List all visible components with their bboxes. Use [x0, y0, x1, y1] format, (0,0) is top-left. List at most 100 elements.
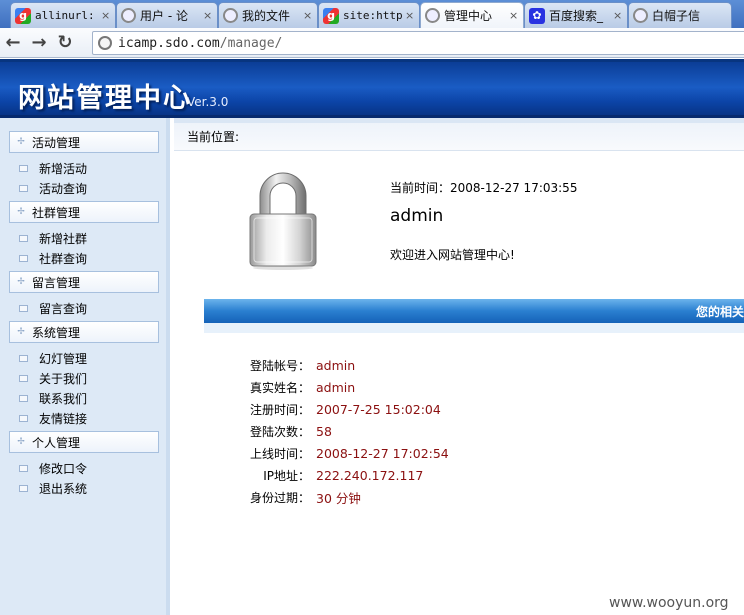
sidebar-group-header[interactable]: ✢ 社群管理 — [9, 201, 159, 223]
close-tab-icon[interactable]: × — [509, 9, 519, 22]
browser-tab-strip: g allinurl: × 用户 - 论 × 我的文件 × g site:http × 管理中心 × ✿… — [0, 0, 744, 28]
info-row: 身份过期： 30 分钟 — [234, 486, 449, 508]
browser-tab[interactable]: g site:http × — [318, 2, 420, 28]
info-value: 222.240.172.117 — [316, 467, 424, 483]
watermark: www.wooyun.org — [609, 595, 729, 611]
sidebar-group-header[interactable]: ✢ 活动管理 — [9, 131, 159, 153]
google-favicon-icon: g — [323, 7, 339, 24]
browser-tab[interactable]: 管理中心 × — [420, 2, 524, 28]
menu-item-icon — [19, 484, 28, 492]
account-info-title: 您的相关 — [695, 305, 744, 319]
forward-arrow-icon[interactable]: → — [26, 31, 52, 55]
location-label: 当前位置: — [187, 130, 240, 144]
group-bullet-icon: ✢ — [17, 277, 25, 287]
sidebar-item[interactable]: 社群查询 — [19, 248, 166, 268]
page-globe-icon — [98, 36, 112, 50]
sidebar-group-header[interactable]: ✢ 留言管理 — [9, 271, 159, 293]
browser-tab[interactable]: 用户 - 论 × — [116, 2, 218, 28]
browser-tab[interactable]: 我的文件 × — [218, 2, 318, 28]
browser-tab-title: 白帽子信 — [652, 9, 701, 23]
sidebar-item-label: 新增活动 — [39, 161, 88, 176]
sidebar-group-label: 系统管理 — [32, 325, 81, 340]
admin-username: admin — [390, 206, 444, 226]
sidebar-item-label: 活动查询 — [39, 181, 88, 196]
site-version: Ver.3.0 — [187, 95, 229, 109]
sidebar-item-label: 修改口令 — [39, 461, 88, 476]
sidebar-item[interactable]: 联系我们 — [19, 388, 166, 408]
browser-toolbar: ← → ↻ icamp.sdo.com/manage/ — [0, 28, 744, 58]
welcome-message: 欢迎进入网站管理中心! — [390, 248, 515, 262]
reload-icon[interactable]: ↻ — [52, 31, 78, 55]
sidebar-item-label: 联系我们 — [39, 391, 88, 406]
browser-tab[interactable]: 白帽子信 — [628, 2, 732, 28]
menu-item-icon — [19, 414, 28, 422]
info-value: 2007-7-25 15:02:04 — [316, 401, 441, 417]
sidebar-item[interactable]: 幻灯管理 — [19, 348, 166, 368]
menu-item-icon — [19, 304, 28, 312]
menu-item-icon — [19, 254, 28, 262]
browser-tab-title: 我的文件 — [242, 9, 291, 23]
close-tab-icon[interactable]: × — [203, 9, 213, 22]
group-bullet-icon: ✢ — [17, 137, 25, 147]
back-arrow-icon[interactable]: ← — [0, 31, 26, 55]
sidebar-nav: ✢ 活动管理 新增活动 活动查询 ✢ 社群管理 新增社群 社群查询 ✢ 留言管理 留言查询 ✢ 系统管理… — [0, 118, 170, 615]
sidebar-item-label: 友情链接 — [39, 411, 88, 426]
browser-tab-title: 管理中心 — [444, 9, 493, 23]
browser-tab-title: allinurl: — [35, 9, 95, 22]
info-label: 真实姓名： — [249, 380, 310, 395]
globe-icon — [425, 8, 440, 23]
sidebar-group-label: 活动管理 — [32, 135, 81, 150]
info-value: 2008-12-27 17:02:54 — [316, 445, 449, 461]
account-info-list: 登陆帐号： admin 真实姓名： admin 注册时间： 2007-7-25 15:02… — [234, 354, 449, 508]
sidebar-item[interactable]: 退出系统 — [19, 478, 166, 498]
info-label: IP地址： — [263, 468, 310, 483]
info-value: admin — [316, 357, 356, 373]
info-label: 身份过期： — [249, 490, 310, 505]
close-tab-icon[interactable]: × — [613, 9, 623, 22]
info-label: 注册时间： — [249, 402, 310, 417]
sidebar-group-header[interactable]: ✢ 系统管理 — [9, 321, 159, 343]
account-info-bar-shadow — [204, 323, 744, 333]
info-value: 58 — [316, 423, 332, 439]
sidebar-item[interactable]: 留言查询 — [19, 298, 166, 318]
sidebar-item-label: 关于我们 — [39, 371, 88, 386]
google-favicon-icon: g — [15, 7, 31, 24]
menu-item-icon — [19, 234, 28, 242]
sidebar-group-label: 社群管理 — [32, 205, 81, 220]
sidebar-item-label: 留言查询 — [39, 301, 88, 316]
padlock-icon — [249, 172, 317, 270]
sidebar-group-header[interactable]: ✢ 个人管理 — [9, 431, 159, 453]
info-value: 30 分钟 — [316, 490, 361, 506]
info-label: 上线时间： — [249, 446, 310, 461]
menu-item-icon — [19, 164, 28, 172]
close-tab-icon[interactable]: × — [405, 9, 415, 22]
sidebar-item[interactable]: 修改口令 — [19, 458, 166, 478]
baidu-paw-icon: ✿ — [529, 7, 545, 24]
sidebar-item[interactable]: 活动查询 — [19, 178, 166, 198]
browser-tab[interactable]: ✿ 百度搜索_ × — [524, 2, 628, 28]
sidebar-item[interactable]: 友情链接 — [19, 408, 166, 428]
group-bullet-icon: ✢ — [17, 327, 25, 337]
address-bar[interactable]: icamp.sdo.com/manage/ — [92, 31, 744, 55]
info-row: 登陆次数： 58 — [234, 420, 449, 442]
sidebar-item[interactable]: 新增社群 — [19, 228, 166, 248]
sidebar-group-label: 个人管理 — [32, 435, 81, 450]
close-tab-icon[interactable]: × — [101, 9, 111, 22]
sidebar-item-label: 幻灯管理 — [39, 351, 88, 366]
globe-icon — [121, 8, 136, 23]
menu-item-icon — [19, 354, 28, 362]
sidebar-item[interactable]: 关于我们 — [19, 368, 166, 388]
sidebar-item-label: 社群查询 — [39, 251, 88, 266]
sidebar-item-label: 新增社群 — [39, 231, 88, 246]
address-url: icamp.sdo.com/manage/ — [118, 35, 283, 51]
browser-tab[interactable]: g allinurl: × — [10, 2, 116, 28]
sidebar-item[interactable]: 新增活动 — [19, 158, 166, 178]
close-tab-icon[interactable]: × — [303, 9, 313, 22]
browser-tab-title: site:http — [343, 9, 403, 22]
info-row: IP地址： 222.240.172.117 — [234, 464, 449, 486]
current-time: 当前时间：2008-12-27 17:03:55 — [390, 181, 578, 195]
info-row: 真实姓名： admin — [234, 376, 449, 398]
browser-tab-title: 用户 - 论 — [140, 9, 188, 23]
info-value: admin — [316, 379, 356, 395]
